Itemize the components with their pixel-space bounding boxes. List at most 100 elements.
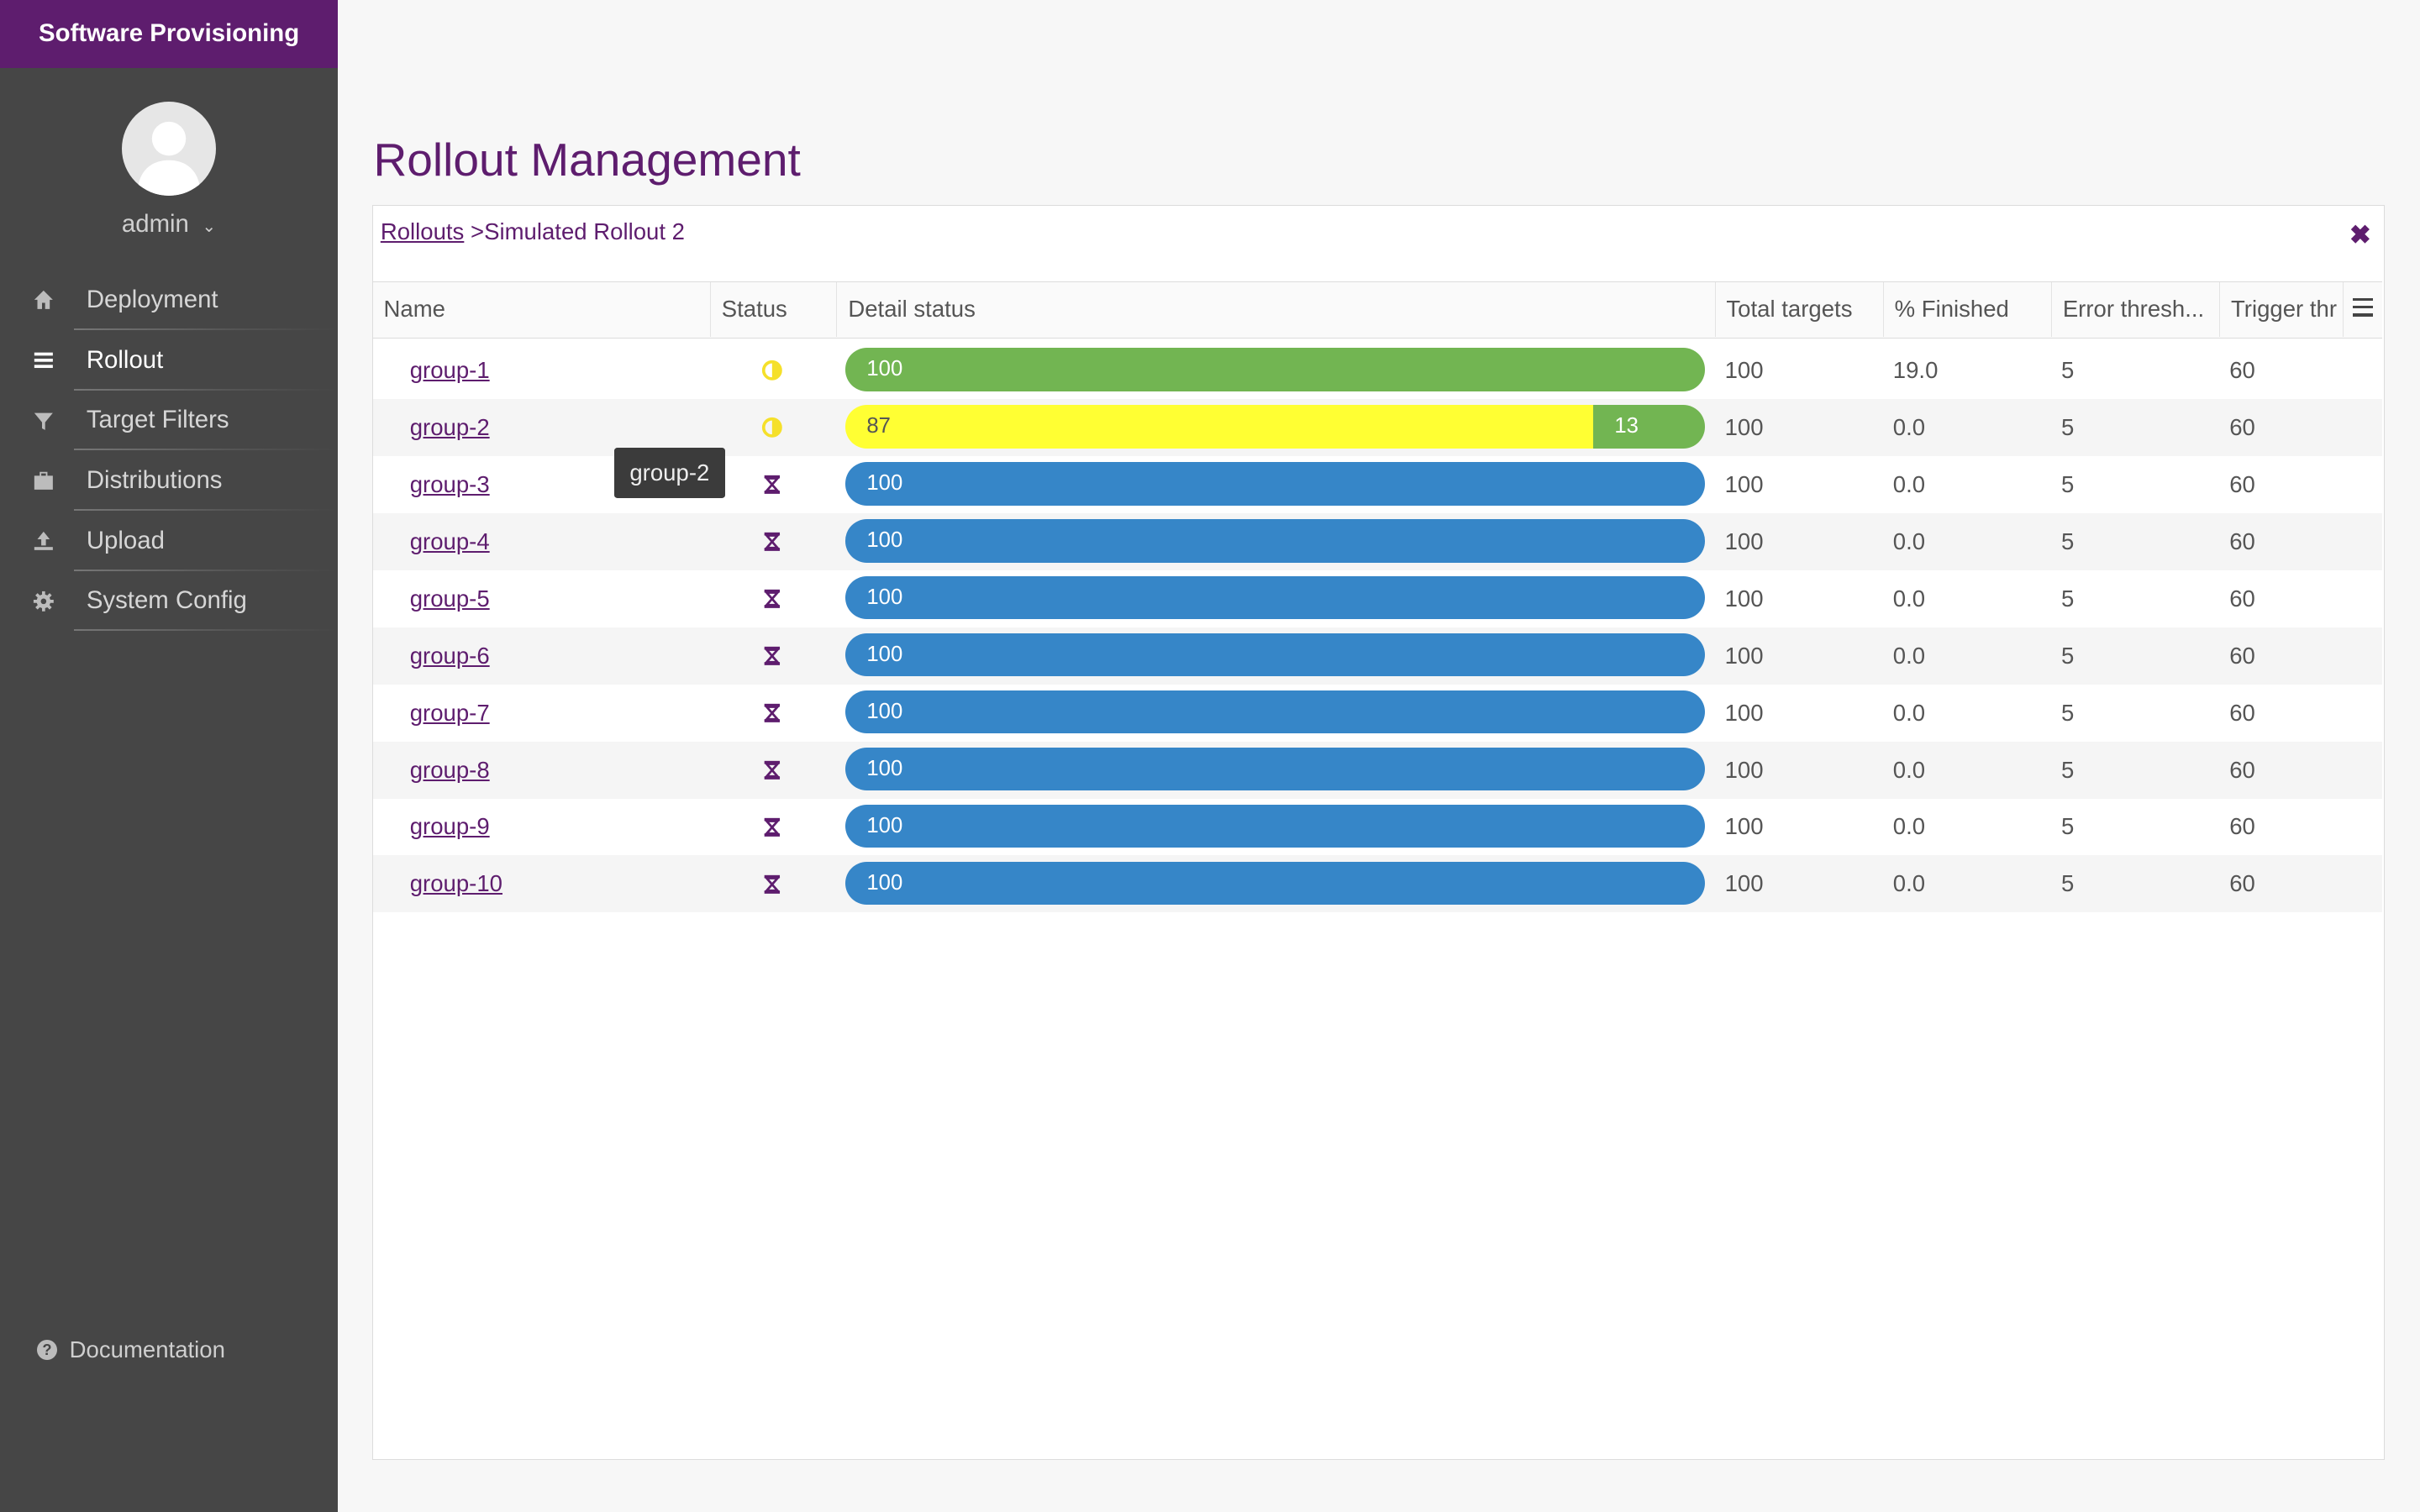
error-threshold-cell: 5	[2060, 813, 2075, 840]
error-threshold-cell: 5	[2060, 642, 2075, 669]
column-header[interactable]: Name	[373, 282, 711, 337]
total-targets-cell: 100	[1724, 870, 1764, 897]
table-row[interactable]: group-6 100 100 0.0 5 60	[372, 627, 2383, 685]
documentation-link[interactable]: ? Documentation	[37, 1336, 225, 1363]
finished-cell: 0.0	[1892, 413, 1926, 440]
group-name-cell: group-1	[410, 342, 490, 399]
progress-segment: 100	[844, 633, 1705, 677]
column-header[interactable]: Status	[711, 282, 838, 337]
group-link[interactable]: group-10	[410, 870, 502, 897]
trigger-threshold-cell: 60	[2229, 756, 2255, 783]
progress-segment: 100	[844, 747, 1705, 791]
sidebar-item-upload[interactable]: Upload	[0, 511, 339, 571]
status-cell	[761, 513, 783, 570]
filter-icon	[31, 408, 55, 433]
sidebar-item-target-filters[interactable]: Target Filters	[0, 391, 339, 451]
user-menu[interactable]: admin ⌄	[0, 210, 338, 239]
group-link[interactable]: group-7	[410, 700, 490, 727]
status-cell	[761, 799, 783, 856]
column-header[interactable]: Error thresh...	[2052, 282, 2221, 337]
hourglass-icon	[761, 702, 783, 724]
total-targets-cell: 100	[1724, 699, 1764, 726]
avatar[interactable]	[122, 102, 217, 197]
page-title: Rollout Management	[373, 133, 801, 186]
group-link[interactable]: group-5	[410, 585, 490, 612]
status-cell	[761, 685, 783, 742]
sidebar: Software Provisioning admin ⌄ Deployment…	[0, 0, 339, 1512]
detail-status-bar: 100	[844, 747, 1705, 791]
error-threshold-cell: 5	[2060, 870, 2075, 897]
table-row[interactable]: group-8 100 100 0.0 5 60	[372, 741, 2383, 799]
trigger-threshold-cell: 60	[2229, 585, 2255, 612]
breadcrumb-current: Simulated Rollout 2	[484, 218, 685, 244]
progress-segment: 100	[844, 804, 1705, 848]
group-link[interactable]: group-9	[410, 813, 490, 840]
table-row[interactable]: group-1 100 100 19.0 5 60	[373, 342, 2382, 399]
finished-cell: 0.0	[1892, 642, 1926, 669]
finished-cell: 0.0	[1892, 470, 1926, 497]
hourglass-icon	[761, 588, 783, 610]
group-link[interactable]: group-3	[410, 471, 490, 498]
progress-segment: 13	[1592, 405, 1705, 449]
trigger-threshold-cell: 60	[2229, 699, 2255, 726]
hourglass-icon	[761, 874, 783, 895]
sidebar-item-label: Target Filters	[86, 406, 229, 434]
tooltip: group-2	[614, 447, 725, 499]
group-name-cell: group-10	[410, 855, 502, 912]
sidebar-item-label: Upload	[86, 526, 165, 554]
finished-cell: 0.0	[1892, 699, 1926, 726]
error-threshold-cell: 5	[2060, 356, 2075, 383]
progress-segment: 100	[844, 519, 1705, 563]
upload-icon	[31, 528, 55, 553]
running-status-icon	[761, 417, 783, 438]
progress-segment: 100	[844, 348, 1705, 391]
sidebar-item-label: System Config	[86, 586, 247, 615]
user-name: admin	[121, 209, 189, 238]
table-row[interactable]: group-5 100 100 0.0 5 60	[373, 570, 2382, 627]
sidebar-item-distributions[interactable]: Distributions	[0, 450, 339, 511]
close-icon[interactable]: ✖	[2349, 220, 2371, 250]
detail-status-bar: 100	[844, 804, 1705, 848]
total-targets-cell: 100	[1724, 528, 1764, 554]
finished-cell: 0.0	[1892, 813, 1926, 840]
group-link[interactable]: group-6	[410, 643, 490, 669]
table-row[interactable]: group-10 100 100 0.0 5 60	[372, 855, 2383, 913]
trigger-threshold-cell: 60	[2229, 470, 2255, 497]
hourglass-icon	[761, 816, 783, 838]
group-link[interactable]: group-4	[410, 528, 490, 555]
sidebar-item-system-config[interactable]: System Config	[0, 571, 339, 632]
detail-status-bar: 100	[844, 462, 1705, 506]
home-icon	[31, 288, 55, 312]
sidebar-nav: Deployment Rollout Target Filters Distribut…	[0, 270, 339, 632]
hourglass-icon	[761, 531, 783, 553]
chevron-down-icon: ⌄	[202, 217, 217, 236]
finished-cell: 0.0	[1892, 870, 1926, 897]
group-link[interactable]: group-8	[410, 757, 490, 784]
finished-cell: 19.0	[1892, 356, 1939, 383]
sidebar-item-deployment[interactable]: Deployment	[0, 270, 339, 331]
sidebar-item-label: Deployment	[86, 286, 218, 314]
table-row[interactable]: group-9 100 100 0.0 5 60	[373, 799, 2382, 856]
column-header[interactable]: Total targets	[1716, 282, 1884, 337]
column-header[interactable]: % Finished	[1884, 282, 2052, 337]
error-threshold-cell: 5	[2060, 470, 2075, 497]
sidebar-item-label: Rollout	[86, 345, 164, 374]
column-header[interactable]: Trigger thr	[2220, 282, 2344, 337]
total-targets-cell: 100	[1724, 356, 1764, 383]
status-cell	[761, 627, 783, 685]
table-row[interactable]: group-4 100 100 0.0 5 60	[372, 512, 2383, 570]
progress-segment: 87	[844, 405, 1593, 449]
status-cell	[761, 399, 783, 456]
breadcrumb-rollouts-link[interactable]: Rollouts	[381, 218, 465, 244]
sidebar-item-rollout[interactable]: Rollout	[0, 330, 339, 391]
group-link[interactable]: group-2	[410, 414, 490, 441]
column-header[interactable]: Detail status	[837, 282, 1716, 337]
trigger-threshold-cell: 60	[2229, 642, 2255, 669]
error-threshold-cell: 5	[2060, 756, 2075, 783]
group-link[interactable]: group-1	[410, 357, 490, 384]
hourglass-icon	[761, 759, 783, 781]
table-body: group-1 100 100 19.0 5 60 group-2 87 13 100 0.0 5 60…	[372, 342, 2383, 913]
column-menu-icon[interactable]	[2353, 297, 2373, 322]
table-row[interactable]: group-7 100 100 0.0 5 60	[373, 685, 2382, 742]
breadcrumb: Rollouts >Simulated Rollout 2	[381, 218, 685, 245]
